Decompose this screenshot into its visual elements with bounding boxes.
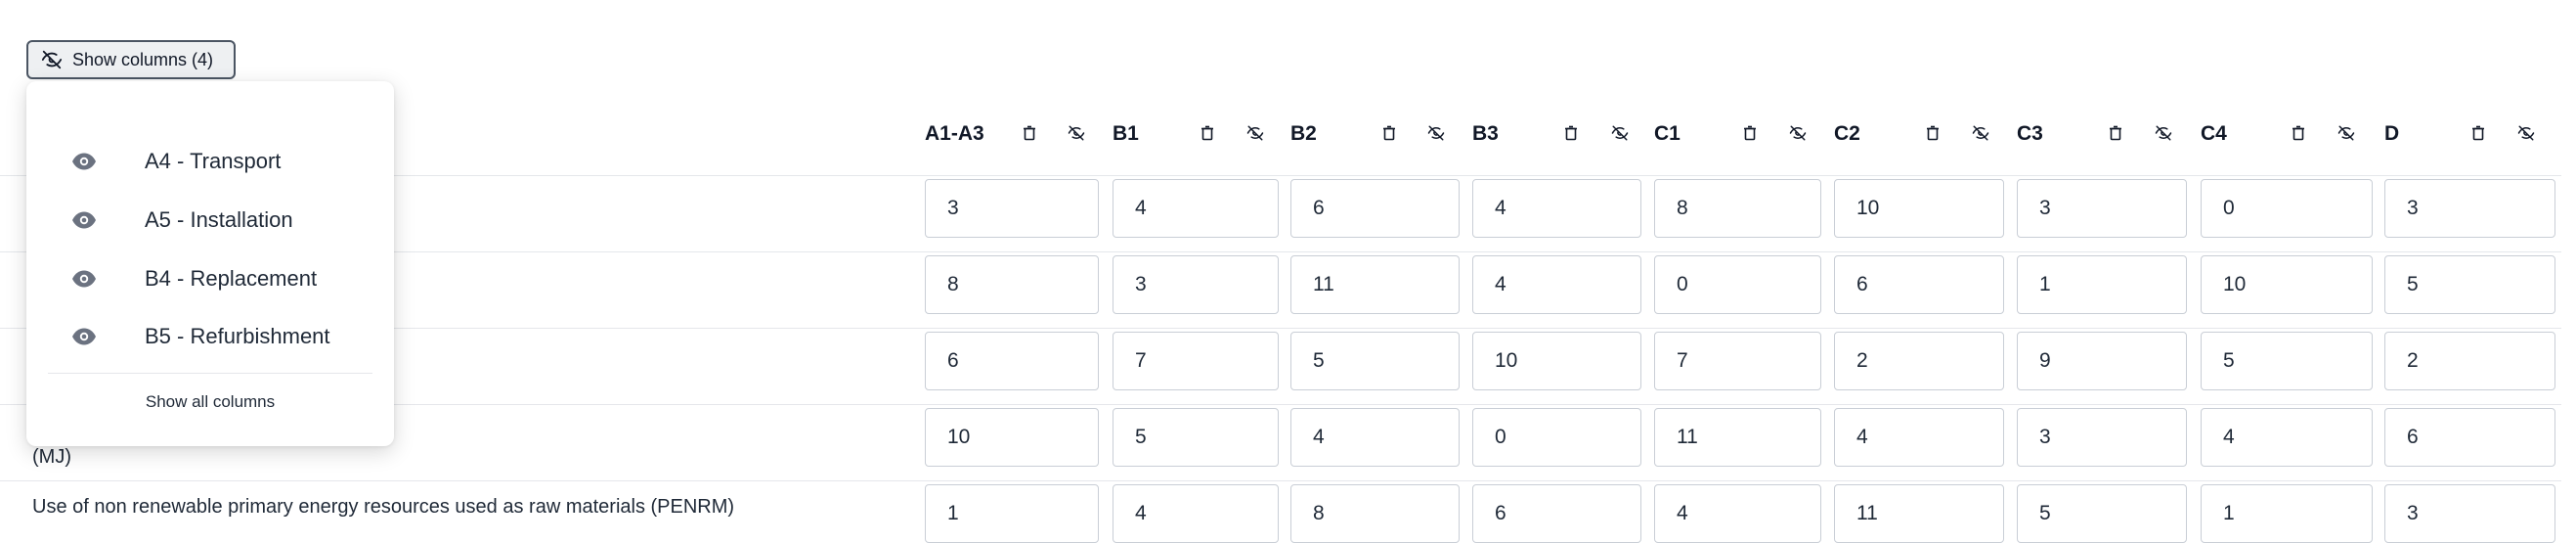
value-input[interactable]: 5 <box>2201 332 2373 390</box>
eye-off-icon[interactable] <box>1427 123 1445 143</box>
value-input[interactable]: 7 <box>1654 332 1821 390</box>
value-input[interactable]: 5 <box>1290 332 1460 390</box>
trash-icon[interactable] <box>1562 123 1580 143</box>
value-input[interactable]: 4 <box>2201 408 2373 467</box>
value-input[interactable]: 3 <box>925 179 1099 238</box>
value-input[interactable]: 4 <box>1113 179 1279 238</box>
column-toggle-label: A4 - Transport <box>145 149 282 173</box>
value-input[interactable]: 7 <box>1113 332 1279 390</box>
trash-icon[interactable] <box>2290 123 2307 143</box>
row-label: Use of non renewable primary energy reso… <box>32 496 735 518</box>
value-input[interactable]: 3 <box>2384 484 2555 543</box>
value-input[interactable]: 11 <box>1834 484 2004 543</box>
eye-off-icon[interactable] <box>1789 123 1807 143</box>
dropdown-divider <box>48 373 372 374</box>
eye-off-icon[interactable] <box>2337 123 2355 143</box>
value-input[interactable]: 3 <box>1113 255 1279 314</box>
column-header-b3: B3 <box>1472 122 1499 145</box>
trash-icon[interactable] <box>1021 123 1038 143</box>
trash-icon[interactable] <box>1741 123 1759 143</box>
value-input[interactable]: 10 <box>925 408 1099 467</box>
show-columns-button[interactable]: Show columns (4) <box>26 40 236 79</box>
value-input[interactable]: 4 <box>1654 484 1821 543</box>
trash-icon[interactable] <box>1924 123 1942 143</box>
column-header-d: D <box>2384 122 2400 145</box>
value-input[interactable]: 5 <box>1113 408 1279 467</box>
value-input[interactable]: 6 <box>2384 408 2555 467</box>
trash-icon[interactable] <box>2469 123 2487 143</box>
value-input[interactable]: 10 <box>1834 179 2004 238</box>
value-input[interactable]: 4 <box>1290 408 1460 467</box>
eye-icon <box>71 208 97 232</box>
column-header-b2: B2 <box>1290 122 1317 145</box>
value-input[interactable]: 8 <box>1290 484 1460 543</box>
value-input[interactable]: 4 <box>1113 484 1279 543</box>
value-input[interactable]: 4 <box>1472 255 1641 314</box>
column-toggle-item[interactable]: B4 - Replacement <box>26 259 394 298</box>
eye-icon <box>71 325 97 348</box>
value-input[interactable]: 0 <box>1654 255 1821 314</box>
column-toggle-item[interactable]: A5 - Installation <box>26 201 394 240</box>
value-input[interactable]: 9 <box>2017 332 2187 390</box>
value-input[interactable]: 0 <box>2201 179 2373 238</box>
value-input[interactable]: 1 <box>925 484 1099 543</box>
column-header-c3: C3 <box>2017 122 2043 145</box>
value-input[interactable]: 10 <box>1472 332 1641 390</box>
value-input[interactable]: 6 <box>925 332 1099 390</box>
row-divider <box>0 480 2561 481</box>
column-header-c4: C4 <box>2201 122 2227 145</box>
eye-off-icon[interactable] <box>1068 123 1085 143</box>
trash-icon[interactable] <box>2107 123 2124 143</box>
value-input[interactable]: 2 <box>2384 332 2555 390</box>
eye-off-icon[interactable] <box>2517 123 2535 143</box>
value-input[interactable]: 4 <box>1472 179 1641 238</box>
value-input[interactable]: 10 <box>2201 255 2373 314</box>
value-input[interactable]: 1 <box>2017 255 2187 314</box>
value-input[interactable]: 0 <box>1472 408 1641 467</box>
show-columns-label: Show columns (4) <box>72 49 214 69</box>
value-input[interactable]: 8 <box>925 255 1099 314</box>
column-toggle-label: A5 - Installation <box>145 207 293 232</box>
eye-icon <box>71 150 97 173</box>
trash-icon[interactable] <box>1199 123 1216 143</box>
column-toggle-item[interactable]: B5 - Refurbishment <box>26 317 394 356</box>
value-input[interactable]: 6 <box>1290 179 1460 238</box>
value-input[interactable]: 2 <box>1834 332 2004 390</box>
column-header-c2: C2 <box>1834 122 1860 145</box>
eye-icon <box>71 267 97 291</box>
eye-off-icon <box>41 49 63 70</box>
column-header-c1: C1 <box>1654 122 1681 145</box>
value-input[interactable]: 3 <box>2384 179 2555 238</box>
column-header-b1: B1 <box>1113 122 1139 145</box>
eye-off-icon[interactable] <box>2155 123 2172 143</box>
value-input[interactable]: 3 <box>2017 179 2187 238</box>
column-toggle-item[interactable]: A4 - Transport <box>26 142 394 181</box>
eye-off-icon[interactable] <box>1611 123 1629 143</box>
value-input[interactable]: 11 <box>1654 408 1821 467</box>
eye-off-icon[interactable] <box>1246 123 1264 143</box>
column-header-a1-a3: A1-A3 <box>925 122 984 145</box>
value-input[interactable]: 4 <box>1834 408 2004 467</box>
value-input[interactable]: 1 <box>2201 484 2373 543</box>
value-input[interactable]: 8 <box>1654 179 1821 238</box>
value-input[interactable]: 5 <box>2384 255 2555 314</box>
column-toggle-label: B4 - Replacement <box>145 266 318 291</box>
value-input[interactable]: 6 <box>1472 484 1641 543</box>
show-all-columns-button[interactable]: Show all columns <box>26 392 394 412</box>
value-input[interactable]: 5 <box>2017 484 2187 543</box>
eye-off-icon[interactable] <box>1972 123 1989 143</box>
value-input[interactable]: 11 <box>1290 255 1460 314</box>
value-input[interactable]: 3 <box>2017 408 2187 467</box>
columns-dropdown: A4 - Transport A5 - Installation B4 - Repl… <box>26 81 394 446</box>
row-label: (MJ) <box>32 446 71 468</box>
column-toggle-label: B5 - Refurbishment <box>145 324 330 348</box>
value-input[interactable]: 6 <box>1834 255 2004 314</box>
trash-icon[interactable] <box>1380 123 1398 143</box>
